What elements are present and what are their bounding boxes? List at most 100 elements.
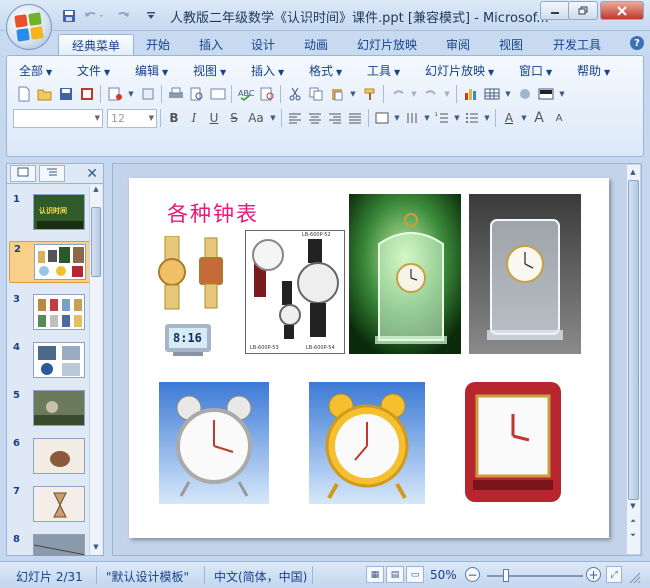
menu-all[interactable]: 全部 ▼ [19,62,52,80]
new-icon[interactable] [13,84,34,104]
slide-canvas[interactable]: 各种钟表 8:16 LB-600P-52 LB-600P-53 LB-600P-… [129,178,609,538]
crystal-clock-green-image[interactable] [349,194,461,354]
font-size-select[interactable]: 12 ▼ [107,108,157,128]
align-right-icon[interactable] [325,108,345,128]
cut-icon[interactable] [284,84,305,104]
chevron-down-icon[interactable]: ▼ [627,499,639,512]
zoom-slider-thumb[interactable] [503,569,509,582]
help-icon[interactable]: ? [630,36,644,50]
research-icon[interactable] [256,84,277,104]
align-left-icon[interactable] [285,108,305,128]
fit-to-window-icon[interactable]: ⤢ [606,566,622,583]
chevron-down-icon[interactable]: ▼ [441,84,453,104]
grow-font-button[interactable]: A [529,108,549,128]
table-icon[interactable] [481,84,502,104]
email-icon[interactable] [104,84,125,104]
menu-window[interactable]: 窗口 ▼ [519,62,552,80]
chevron-up-icon[interactable]: ▲ [627,165,639,178]
zoom-in-button[interactable]: + [586,567,601,582]
slide-thumbnail-7[interactable]: 7 [11,486,91,526]
slideshow-button[interactable]: ▭ [406,566,424,583]
dropdown-icon[interactable] [144,7,158,25]
bold-button[interactable]: B [164,108,184,128]
close-icon[interactable]: ✕ [86,166,98,182]
crystal-clock-gray-image[interactable] [469,194,581,354]
slide-thumbnail-4[interactable]: 4 [11,342,91,382]
menu-view[interactable]: 视图 ▼ [193,62,226,80]
menu-format[interactable]: 格式 ▼ [309,62,342,80]
chevron-down-icon[interactable]: ▼ [556,84,568,104]
copy-icon[interactable] [305,84,326,104]
zoom-out-button[interactable]: − [465,567,480,582]
close-button[interactable] [600,1,644,20]
show-grid-icon[interactable] [514,84,535,104]
scroll-thumb[interactable] [91,207,101,277]
change-case-button[interactable]: Aa [244,108,268,128]
tab-animation[interactable]: 动画 [299,34,333,55]
chevron-down-icon[interactable]: ▼ [392,108,402,128]
redo-icon[interactable] [112,7,134,25]
chevron-down-icon[interactable]: ▼ [408,84,420,104]
paste-icon[interactable] [326,84,347,104]
save-icon[interactable] [55,84,76,104]
minimize-button[interactable] [540,1,570,20]
slide-sorter-button[interactable]: ▤ [386,566,404,583]
chevron-down-icon[interactable]: ▼ [125,84,137,104]
thumbnails-scrollbar[interactable]: ▲ ▼ [89,185,102,555]
tab-classic-menu[interactable]: 经典菜单 [58,34,134,55]
slide-title[interactable]: 各种钟表 [167,198,259,228]
alarm-clock-yellow-image[interactable] [309,382,425,504]
text-direction-icon[interactable] [402,108,422,128]
font-name-select[interactable]: ▼ [13,108,103,128]
alarm-clock-blue-image[interactable] [159,382,269,504]
print-preview-icon[interactable] [186,84,207,104]
previous-slide-icon[interactable]: ⏶ [627,515,639,528]
menu-insert[interactable]: 插入 ▼ [251,62,284,80]
slide-thumbnail-8[interactable]: 8 [11,534,91,556]
spelling-icon[interactable]: ABC [235,84,256,104]
normal-view-button[interactable]: ▦ [366,566,384,583]
tab-review[interactable]: 审阅 [441,34,475,55]
digital-clock-image[interactable]: 8:16 [163,322,213,361]
tab-home[interactable]: 开始 [140,34,176,55]
gold-watches-image[interactable] [155,235,235,321]
chevron-down-icon[interactable]: ▼ [502,84,514,104]
strikethrough-button[interactable]: S [224,108,244,128]
outline-tab[interactable] [39,165,65,182]
menu-edit[interactable]: 编辑 ▼ [135,62,168,80]
shrink-font-button[interactable]: A [549,108,569,128]
slide-scrollbar[interactable]: ▲ ▼ ⏶ ⏷ [626,165,640,554]
tab-slideshow[interactable]: 幻灯片放映 [353,34,421,55]
office-button[interactable] [6,4,52,50]
slide-icon[interactable] [207,84,228,104]
chevron-down-icon[interactable]: ▼ [482,108,492,128]
slide-thumbnail-5[interactable]: 5 [11,390,91,430]
underline-button[interactable]: U [204,108,224,128]
italic-button[interactable]: I [184,108,204,128]
redo-icon[interactable] [420,84,441,104]
chevron-down-icon[interactable]: ▼ [90,543,102,555]
chevron-down-icon[interactable]: ▼ [452,108,462,128]
bullets-icon[interactable] [462,108,482,128]
color-grayscale-icon[interactable] [535,84,556,104]
chevron-down-icon[interactable]: ▼ [268,108,278,128]
chevron-down-icon[interactable]: ▼ [422,108,432,128]
undo-icon[interactable] [80,7,108,25]
align-center-icon[interactable] [305,108,325,128]
font-color-icon[interactable]: A [499,108,519,128]
chevron-down-icon[interactable]: ▼ [519,108,529,128]
slide-thumbnail-2[interactable]: 2 [9,241,93,283]
chevron-down-icon[interactable]: ▼ [347,84,359,104]
restore-button[interactable] [568,1,598,20]
travel-clock-red-image[interactable] [459,378,569,506]
zoom-level[interactable]: 50% [430,568,457,582]
watch-catalog-image[interactable]: LB-600P-52 LB-600P-53 LB-600P-54 [245,230,345,354]
scroll-thumb[interactable] [628,180,639,500]
chevron-up-icon[interactable]: ▲ [90,185,102,197]
slide-thumbnail-1[interactable]: 1 认识时间 [11,194,91,234]
menu-help[interactable]: 帮助 ▼ [577,62,610,80]
numbering-icon[interactable]: 1 [432,108,452,128]
chart-icon[interactable] [460,84,481,104]
tab-insert[interactable]: 插入 [194,34,228,55]
tab-developer[interactable]: 开发工具 [548,34,606,55]
